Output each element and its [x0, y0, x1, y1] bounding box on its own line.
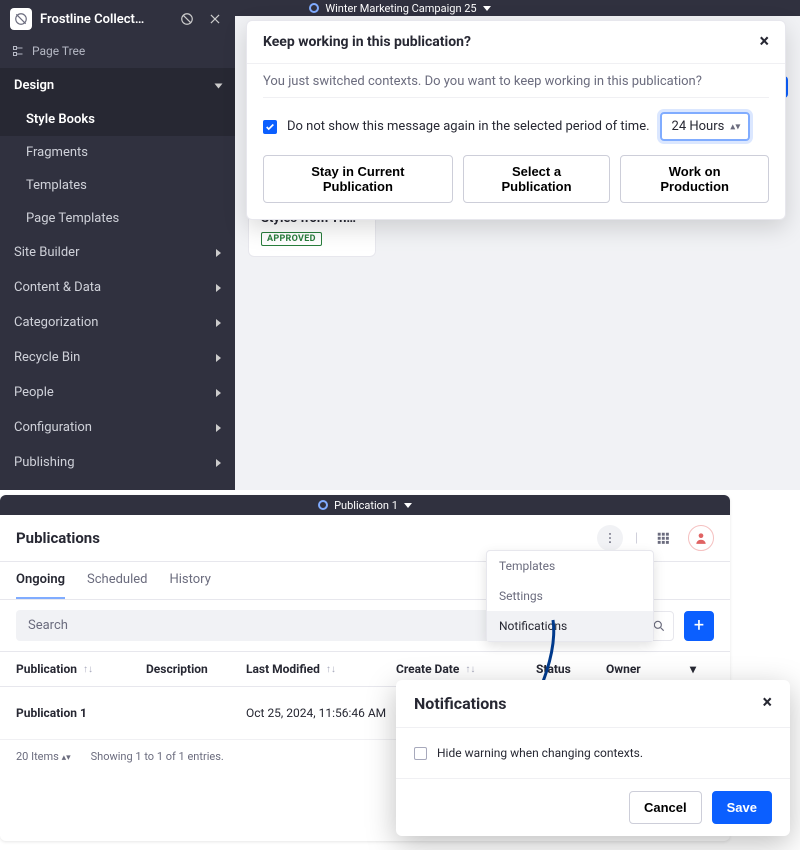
page-tree-link[interactable]: Page Tree [0, 38, 235, 68]
dropdown-item-notifications[interactable]: Notifications [487, 611, 653, 641]
hide-warning-label: Hide warning when changing contexts. [437, 746, 643, 760]
tab-history[interactable]: History [169, 562, 210, 599]
hide-warning-checkbox[interactable] [414, 747, 427, 760]
showing-text: Showing 1 to 1 of 1 entries. [91, 750, 224, 763]
chevron-right-icon [216, 459, 221, 467]
sidebar-item-page-templates[interactable]: Page Templates [0, 202, 235, 235]
sidebar-item-publishing[interactable]: Publishing [0, 445, 235, 480]
chevron-down-icon [215, 83, 223, 88]
save-button[interactable]: Save [712, 791, 772, 824]
user-avatar-icon[interactable] [688, 525, 714, 551]
modal-title: Keep working in this publication? [263, 34, 471, 50]
dropdown-item-templates[interactable]: Templates [487, 551, 653, 581]
context-bar-2: Publication 1 [0, 495, 730, 515]
chevron-right-icon [216, 284, 221, 292]
close-icon[interactable]: × [762, 694, 772, 713]
notif-title: Notifications [414, 694, 507, 713]
chevron-down-icon[interactable] [404, 503, 412, 508]
add-publication-button[interactable]: + [684, 611, 714, 641]
chevron-right-icon [216, 424, 221, 432]
context-switch-modal: Keep working in this publication? × You … [246, 20, 786, 220]
sort-icon[interactable]: ↑↓ [83, 664, 93, 675]
chevron-right-icon [216, 389, 221, 397]
items-count[interactable]: 20 Items ▴▾ [16, 750, 71, 763]
page-tree-label: Page Tree [32, 44, 85, 58]
page-title: Publications [16, 529, 100, 547]
sidebar-item-recycle-bin[interactable]: Recycle Bin [0, 340, 235, 375]
cell-last-modified: Oct 25, 2024, 11:56:46 AM [246, 699, 396, 727]
site-logo-icon [10, 8, 32, 30]
sidebar-item-style-books[interactable]: Style Books [0, 103, 235, 136]
disable-icon[interactable] [177, 9, 197, 29]
select-updown-icon: ▴▾ [730, 121, 740, 132]
sidebar-section-design[interactable]: Design [0, 68, 235, 103]
notifications-modal: Notifications × Hide warning when changi… [396, 680, 790, 836]
site-name: Frostline Collect… [40, 12, 169, 27]
close-sidebar-icon[interactable] [205, 9, 225, 29]
sidebar-item-people[interactable]: People [0, 375, 235, 410]
stay-button[interactable]: Stay in Current Publication [263, 155, 453, 203]
cancel-button[interactable]: Cancel [629, 791, 702, 824]
kebab-men�on[interactable] [597, 525, 623, 551]
close-icon[interactable]: × [759, 33, 769, 51]
sidebar-item-site-builder[interactable]: Site Builder [0, 235, 235, 270]
chevron-right-icon [216, 249, 221, 257]
modal-message: You just switched contexts. Do you want … [263, 74, 769, 98]
publication-dot-icon [318, 500, 328, 510]
status-badge: APPROVED [261, 232, 322, 246]
tab-scheduled[interactable]: Scheduled [87, 562, 147, 599]
sidebar-item-categorization[interactable]: Categorization [0, 305, 235, 340]
apps-icon[interactable] [650, 525, 676, 551]
chevron-right-icon [216, 354, 221, 362]
cell-publication: Publication 1 [16, 699, 146, 727]
dont-show-checkbox[interactable] [263, 120, 277, 134]
sidebar-item-content-data[interactable]: Content & Data [0, 270, 235, 305]
sidebar-item-configuration[interactable]: Configuration [0, 410, 235, 445]
chevron-right-icon [216, 319, 221, 327]
chevron-down-icon[interactable] [483, 6, 491, 11]
context-name: Winter Marketing Campaign 25 [325, 2, 476, 15]
sidebar-item-fragments[interactable]: Fragments [0, 136, 235, 169]
sidebar: Frostline Collect… Page Tree Design Styl… [0, 0, 235, 490]
tab-ongoing[interactable]: Ongoing [16, 562, 65, 599]
duration-select[interactable]: 24 Hours ▴▾ [660, 112, 751, 141]
dropdown-item-settings[interactable]: Settings [487, 581, 653, 611]
checkbox-label: Do not show this message again in the se… [287, 119, 650, 134]
options-dropdown: Templates Settings Notifications [486, 550, 654, 642]
work-production-button[interactable]: Work on Production [620, 155, 769, 203]
sort-icon[interactable]: ↑↓ [465, 664, 475, 675]
select-publication-button[interactable]: Select a Publication [463, 155, 611, 203]
publication-dot-icon [309, 3, 319, 13]
column-menu-icon[interactable]: ▾ [676, 662, 696, 676]
cell-description [146, 699, 246, 727]
sidebar-item-templates[interactable]: Templates [0, 169, 235, 202]
sort-icon[interactable]: ↑↓ [326, 664, 336, 675]
